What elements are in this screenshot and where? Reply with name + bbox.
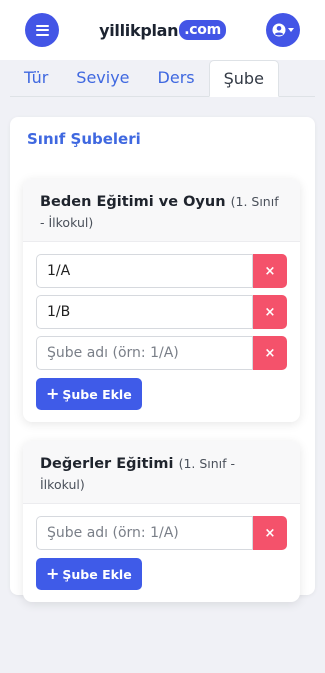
caret-down-icon [287,28,294,32]
tab-sube[interactable]: Şube [208,60,279,97]
branch-row: 1/A × [36,254,287,288]
section-body: 1/A × 1/B × Şube adı (örn: 1/A) × + Şube… [23,242,300,422]
close-icon: × [264,525,276,541]
tab-seviye[interactable]: Seviye [62,59,143,96]
menu-button[interactable] [25,13,59,47]
delete-branch-button[interactable]: × [253,336,287,370]
branch-row: 1/B × [36,295,287,329]
branches-card: Sınıf Şubeleri Beden Eğitimi ve Oyun (1.… [10,117,315,602]
tab-tur[interactable]: Tür [10,59,62,96]
logo-suffix: .com [179,20,226,40]
user-menu-button[interactable] [265,13,300,47]
site-logo[interactable]: yillikplan .com [99,20,226,40]
page-title: Sınıf Şubeleri [27,130,141,148]
add-branch-button[interactable]: + Şube Ekle [36,558,142,590]
close-icon: × [264,263,276,279]
tab-bar: Tür Seviye Ders Şube [10,60,315,97]
branch-input[interactable]: 1/A [36,254,253,288]
course-name: Beden Eğitimi ve Oyun [40,194,226,210]
hamburger-menu-icon [35,24,49,36]
close-icon: × [264,304,276,320]
close-icon: × [264,345,276,361]
tab-ders[interactable]: Ders [144,59,209,96]
branch-input[interactable]: Şube adı (örn: 1/A) [36,516,253,550]
section-header: Beden Eğitimi ve Oyun (1. Sınıf - İlkoku… [23,179,300,242]
user-circle-icon [272,23,286,37]
delete-branch-button[interactable]: × [253,295,287,329]
course-section: Değerler Eğitimi (1. Sınıf - İlkokul) Şu… [23,441,300,602]
add-branch-button[interactable]: + Şube Ekle [36,378,142,410]
branch-row: Şube adı (örn: 1/A) × [36,336,287,370]
add-branch-label: Şube Ekle [62,386,132,402]
branch-input[interactable]: Şube adı (örn: 1/A) [36,336,253,370]
plus-icon: + [46,384,60,403]
delete-branch-button[interactable]: × [253,254,287,288]
course-section: Beden Eğitimi ve Oyun (1. Sınıf - İlkoku… [23,179,300,422]
delete-branch-button[interactable]: × [253,516,287,550]
section-header: Değerler Eğitimi (1. Sınıf - İlkokul) [23,441,300,504]
branch-row: Şube adı (örn: 1/A) × [36,516,287,550]
plus-icon: + [46,564,60,583]
branch-input[interactable]: 1/B [36,295,253,329]
top-header: yillikplan .com [0,0,325,60]
course-name: Değerler Eğitimi [40,456,174,472]
section-body: Şube adı (örn: 1/A) × + Şube Ekle [23,504,300,602]
logo-text: yillikplan [99,20,179,40]
add-branch-label: Şube Ekle [62,566,132,582]
